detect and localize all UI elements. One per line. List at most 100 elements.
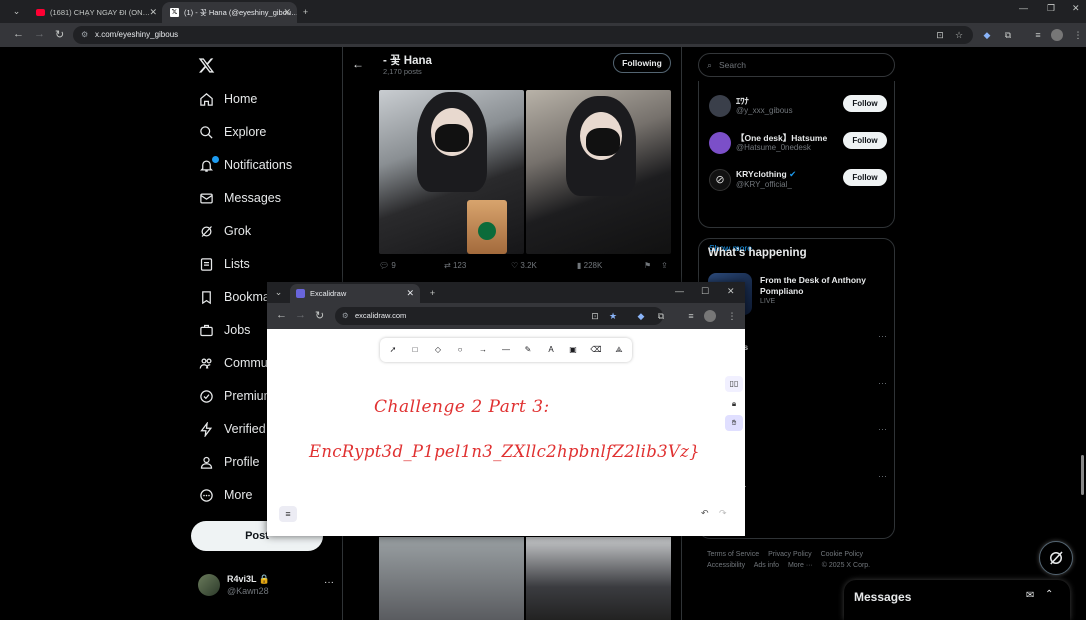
chrome-menu-icon[interactable]: ⋮ bbox=[1072, 29, 1084, 41]
profile-avatar-icon[interactable] bbox=[1051, 29, 1063, 41]
like-action[interactable]: ♡ 3.2K bbox=[511, 261, 537, 270]
library-icon[interactable]: ▯▯ bbox=[725, 376, 743, 392]
back-icon[interactable]: ← bbox=[13, 28, 24, 40]
lock-icon[interactable]: 🔒︎ bbox=[725, 396, 743, 412]
tab-search-icon[interactable]: ⌄ bbox=[271, 285, 286, 300]
extensions-puzzle-icon[interactable]: ⧉ bbox=[655, 310, 667, 322]
close-window-icon[interactable]: ✕ bbox=[727, 286, 735, 297]
following-button[interactable]: Following bbox=[613, 53, 671, 73]
scrollbar[interactable] bbox=[1081, 455, 1084, 495]
install-app-icon[interactable]: ⊡ bbox=[934, 29, 946, 41]
tab-youtube[interactable]: (1681) CHẠY NGAY ĐI (ON… ✕ bbox=[28, 2, 163, 23]
tweet-photo[interactable] bbox=[379, 537, 524, 620]
x-logo-icon[interactable] bbox=[198, 57, 215, 79]
trend-more-icon[interactable]: ··· bbox=[878, 424, 887, 434]
nav-lists[interactable]: Lists bbox=[198, 252, 250, 276]
site-info-icon[interactable]: ⚙ bbox=[342, 307, 349, 325]
text-tool-icon[interactable]: A bbox=[545, 344, 557, 356]
maximize-icon[interactable]: ☐ bbox=[701, 286, 709, 297]
site-info-icon[interactable]: ⚙ bbox=[81, 26, 88, 44]
extension-icon[interactable]: ◆ bbox=[635, 310, 647, 322]
tab-excalidraw[interactable]: Excalidraw ✕ bbox=[290, 284, 420, 303]
close-tab-icon[interactable]: ✕ bbox=[406, 288, 414, 299]
main-menu-icon[interactable]: ≡ bbox=[279, 506, 297, 522]
forward-icon[interactable]: → bbox=[34, 28, 45, 40]
follow-suggestion[interactable]: ⊘ KRYclothing ✔ @KRY_official_ Follow bbox=[709, 169, 889, 197]
footer-link[interactable]: Ads info bbox=[754, 562, 779, 569]
more-tools-icon[interactable]: ⟁ bbox=[613, 344, 625, 356]
hand-tool-icon[interactable]: ✋︎ bbox=[725, 415, 743, 431]
nav-profile[interactable]: Profile bbox=[198, 450, 259, 474]
nav-explore[interactable]: Explore bbox=[198, 120, 266, 144]
forward-icon[interactable]: → bbox=[295, 309, 306, 321]
grok-compose-button[interactable] bbox=[1039, 541, 1073, 575]
footer-link[interactable]: Accessibility bbox=[707, 562, 745, 569]
bookmark-action-icon[interactable]: ⚑ bbox=[644, 261, 651, 270]
url-input[interactable]: ⚙ x.com/eyeshiny_gibous bbox=[73, 26, 973, 44]
nav-notifications[interactable]: Notifications bbox=[198, 153, 292, 177]
tab-search-icon[interactable]: ⌄ bbox=[9, 4, 24, 19]
extension-icon[interactable]: ◆ bbox=[981, 29, 993, 41]
expand-icon[interactable]: ⌃ bbox=[1045, 589, 1053, 600]
minimize-icon[interactable]: — bbox=[1019, 3, 1028, 13]
image-tool-icon[interactable]: ▣ bbox=[567, 344, 579, 356]
media-control-icon[interactable]: ≡ bbox=[685, 310, 697, 322]
nav-jobs[interactable]: Jobs bbox=[198, 318, 250, 342]
new-tab-icon[interactable]: + bbox=[425, 285, 440, 300]
trend-more-icon[interactable]: ··· bbox=[878, 471, 887, 481]
minimize-icon[interactable]: — bbox=[675, 286, 684, 296]
follow-button[interactable]: Follow bbox=[843, 169, 887, 186]
follow-button[interactable]: Follow bbox=[843, 132, 887, 149]
footer-link[interactable]: Cookie Policy bbox=[821, 551, 863, 558]
close-tab-icon[interactable]: ✕ bbox=[283, 7, 291, 18]
views-action[interactable]: ▮ 228K bbox=[577, 261, 602, 270]
bookmark-star-icon[interactable]: ★ bbox=[607, 310, 619, 322]
share-icon[interactable]: ⇪ bbox=[661, 261, 668, 270]
line-tool-icon[interactable]: — bbox=[500, 344, 512, 356]
eraser-tool-icon[interactable]: ⌫ bbox=[590, 344, 602, 356]
follow-suggestion[interactable]: ｴﾜﾅ @y_xxx_gibous Follow bbox=[709, 95, 889, 123]
back-icon[interactable]: ← bbox=[276, 309, 287, 321]
undo-icon[interactable]: ↶ bbox=[701, 508, 709, 519]
back-arrow-icon[interactable]: ← bbox=[352, 57, 364, 71]
tweet-photo[interactable] bbox=[526, 537, 671, 620]
messages-drawer[interactable]: Messages ✉ ⌃ bbox=[844, 580, 1070, 620]
trend-more-icon[interactable]: ··· bbox=[878, 331, 887, 341]
diamond-tool-icon[interactable]: ◇ bbox=[432, 344, 444, 356]
follow-suggestion[interactable]: 【One desk】Hatsume @Hatsume_0nedesk Follo… bbox=[709, 132, 889, 160]
nav-messages[interactable]: Messages bbox=[198, 186, 281, 210]
reload-icon[interactable]: ↻ bbox=[55, 28, 64, 41]
new-message-icon[interactable]: ✉ bbox=[1026, 590, 1034, 601]
search-input[interactable]: ⌕ Search bbox=[698, 53, 895, 77]
account-switcher[interactable]: R4vi3L 🔒 @Kawn28 ··· bbox=[198, 574, 338, 600]
tweet-photo[interactable] bbox=[526, 90, 671, 254]
restore-icon[interactable]: ❐ bbox=[1047, 3, 1055, 14]
redo-icon[interactable]: ↷ bbox=[719, 508, 727, 519]
extensions-puzzle-icon[interactable]: ⧉ bbox=[1002, 29, 1014, 41]
chrome-menu-icon[interactable]: ⋮ bbox=[726, 310, 738, 322]
nav-home[interactable]: Home bbox=[198, 87, 257, 111]
excalidraw-canvas[interactable]: ➚ □ ◇ ○ → — ✎ A ▣ ⌫ ⟁ ▯▯ 🔒︎ ✋︎ Challenge… bbox=[267, 329, 745, 536]
reload-icon[interactable]: ↻ bbox=[315, 309, 324, 322]
footer-link[interactable]: Terms of Service bbox=[707, 551, 759, 558]
draw-tool-icon[interactable]: ✎ bbox=[522, 344, 534, 356]
repost-action[interactable]: ⇄ 123 bbox=[444, 261, 466, 270]
follow-button[interactable]: Follow bbox=[843, 95, 887, 112]
install-app-icon[interactable]: ⊡ bbox=[589, 310, 601, 322]
canvas-text-heading[interactable]: Challenge 2 Part 3: bbox=[374, 397, 550, 417]
arrow-tool-icon[interactable]: → bbox=[477, 344, 489, 356]
trend-more-icon[interactable]: ··· bbox=[878, 378, 887, 388]
selection-tool-icon[interactable]: ➚ bbox=[387, 344, 399, 356]
more-options-icon[interactable]: ··· bbox=[324, 577, 334, 588]
new-tab-icon[interactable]: + bbox=[298, 4, 313, 19]
nav-grok[interactable]: Grok bbox=[198, 219, 251, 243]
rectangle-tool-icon[interactable]: □ bbox=[409, 344, 421, 356]
tab-x-profile[interactable]: 𝕏 (1) - 꽃 Hana (@eyeshiny_gibou… ✕ bbox=[162, 2, 297, 23]
nav-premium[interactable]: Premium bbox=[198, 384, 274, 408]
media-control-icon[interactable]: ≡ bbox=[1032, 29, 1044, 41]
close-window-icon[interactable]: ✕ bbox=[1072, 3, 1080, 14]
nav-more[interactable]: More bbox=[198, 483, 252, 507]
reply-action[interactable]: 💬︎ 9 bbox=[379, 261, 396, 270]
close-tab-icon[interactable]: ✕ bbox=[149, 7, 157, 18]
tweet-photo[interactable] bbox=[379, 90, 524, 254]
